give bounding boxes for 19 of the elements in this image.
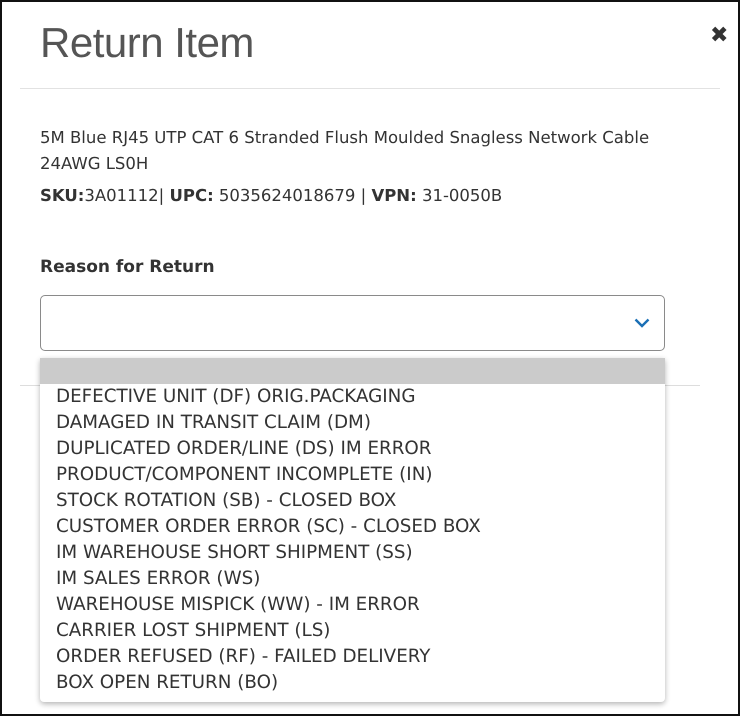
dropdown-option[interactable]: WAREHOUSE MISPICK (WW) - IM ERROR: [40, 592, 665, 618]
dropdown-option[interactable]: IM SALES ERROR (WS): [40, 566, 665, 592]
dialog-title: Return Item: [40, 18, 254, 68]
dropdown-option[interactable]: STOCK ROTATION (SB) - CLOSED BOX: [40, 488, 665, 514]
dropdown-option[interactable]: PRODUCT/COMPONENT INCOMPLETE (IN): [40, 462, 665, 488]
dropdown-option[interactable]: DEFECTIVE UNIT (DF) ORIG.PACKAGING: [40, 384, 665, 410]
product-codes: SKU:3A01112| UPC: 5035624018679 | VPN: 31-0050B: [40, 185, 504, 207]
close-button[interactable]: ✖: [710, 22, 728, 48]
chevron-down-icon: [634, 318, 650, 328]
dropdown-option[interactable]: DUPLICATED ORDER/LINE (DS) IM ERROR: [40, 436, 665, 462]
dropdown-option[interactable]: ORDER REFUSED (RF) - FAILED DELIVERY: [40, 644, 665, 670]
dropdown-option[interactable]: IM WAREHOUSE SHORT SHIPMENT (SS): [40, 540, 665, 566]
dropdown-option[interactable]: CUSTOMER ORDER ERROR (SC) - CLOSED BOX: [40, 514, 665, 540]
reason-select[interactable]: [40, 295, 665, 351]
product-name: 5M Blue RJ45 UTP CAT 6 Stranded Flush Moulded Snagless Network Cable 24AWG LS0H: [40, 127, 650, 175]
dropdown-option[interactable]: CARRIER LOST SHIPMENT (LS): [40, 618, 665, 644]
field-label: Reason for Return: [40, 256, 216, 278]
dropdown-option[interactable]: BOX OPEN RETURN (BO): [40, 670, 665, 696]
dropdown-option[interactable]: DAMAGED IN TRANSIT CLAIM (DM): [40, 410, 665, 436]
